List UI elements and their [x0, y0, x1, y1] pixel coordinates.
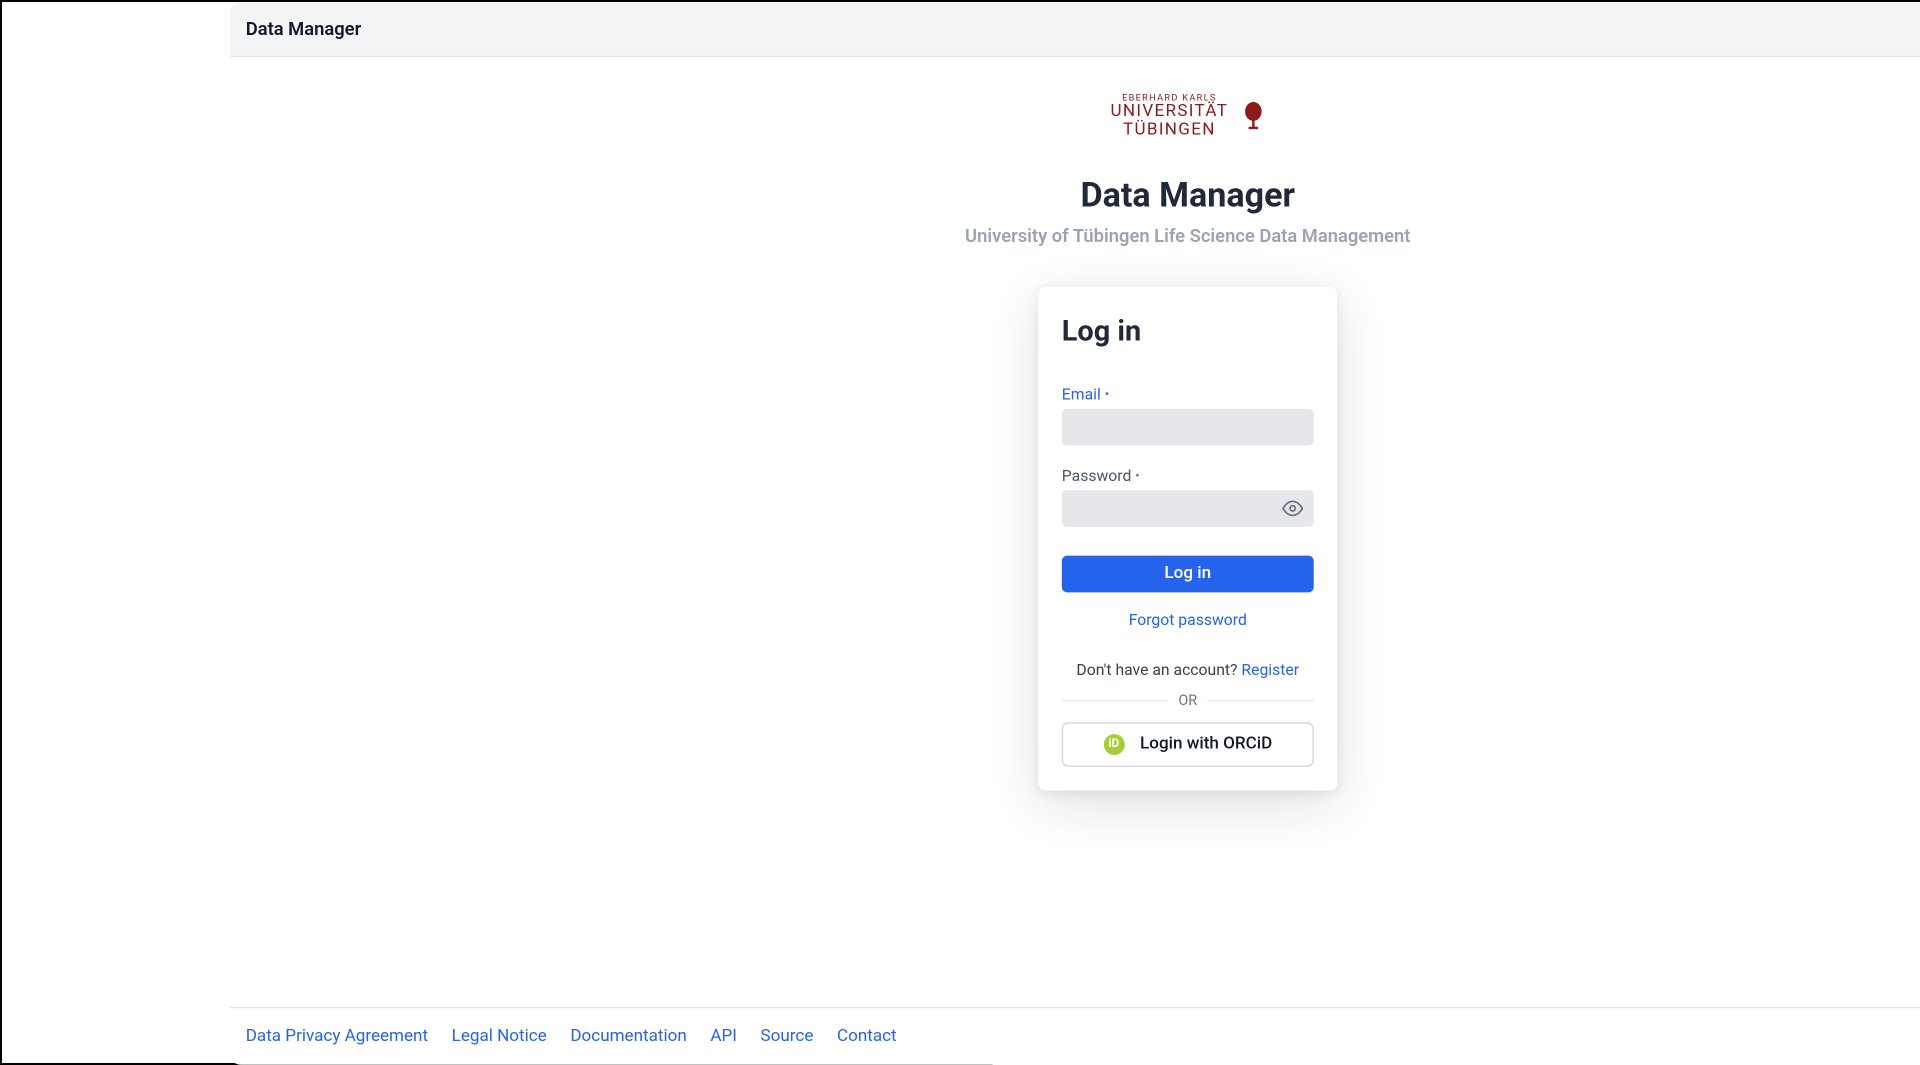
password-label: Password • — [1062, 466, 1314, 484]
page-subtitle: University of Tübingen Life Science Data… — [965, 226, 1410, 247]
footer: Data Privacy Agreement Legal Notice Docu… — [230, 1007, 1920, 1065]
footer-link-privacy[interactable]: Data Privacy Agreement — [246, 1027, 428, 1047]
register-prompt: Don't have an account? Register — [1062, 660, 1314, 678]
divider-line — [1208, 699, 1314, 700]
logo-line2: UNIVERSITÄT — [1111, 103, 1229, 121]
email-label-text: Email — [1062, 385, 1101, 403]
login-card: Log in Email • Password • — [1038, 286, 1337, 790]
main-content: EBERHARD KARLS UNIVERSITÄT TÜBINGEN Data… — [230, 57, 1920, 1007]
orcid-button-label: Login with ORCiD — [1140, 734, 1272, 754]
email-label: Email • — [1062, 385, 1314, 403]
footer-link-docs[interactable]: Documentation — [570, 1027, 686, 1047]
required-dot: • — [1135, 469, 1139, 483]
forgot-password-link[interactable]: Forgot password — [1062, 610, 1314, 628]
email-field-group: Email • — [1062, 385, 1314, 445]
divider-text: OR — [1178, 692, 1197, 709]
footer-link-legal[interactable]: Legal Notice — [452, 1027, 547, 1047]
card-title: Log in — [1062, 315, 1314, 348]
university-logo: EBERHARD KARLS UNIVERSITÄT TÜBINGEN — [1111, 94, 1265, 139]
divider: OR — [1062, 692, 1314, 709]
tree-icon — [1241, 102, 1265, 131]
orcid-login-button[interactable]: iD Login with ORCiD — [1062, 722, 1314, 767]
logo-line3: TÜBINGEN — [1111, 121, 1229, 139]
orcid-icon: iD — [1103, 734, 1124, 755]
page-title: Data Manager — [1080, 176, 1295, 215]
password-input[interactable] — [1062, 490, 1314, 527]
email-input[interactable] — [1062, 408, 1314, 445]
password-field-group: Password • — [1062, 466, 1314, 526]
footer-link-contact[interactable]: Contact — [837, 1027, 897, 1047]
no-account-text: Don't have an account? — [1076, 660, 1241, 678]
university-logo-text: EBERHARD KARLS UNIVERSITÄT TÜBINGEN — [1111, 94, 1229, 139]
divider-line — [1062, 699, 1168, 700]
required-dot: • — [1105, 388, 1109, 402]
app-title: Data Manager — [246, 18, 361, 39]
app-header: Data Manager Register Login — [230, 2, 1920, 57]
register-link[interactable]: Register — [1241, 660, 1299, 678]
password-label-text: Password — [1062, 466, 1132, 484]
footer-link-api[interactable]: API — [710, 1027, 737, 1047]
submit-login-button[interactable]: Log in — [1062, 555, 1314, 592]
footer-link-source[interactable]: Source — [761, 1027, 814, 1047]
show-password-icon[interactable] — [1282, 497, 1303, 518]
